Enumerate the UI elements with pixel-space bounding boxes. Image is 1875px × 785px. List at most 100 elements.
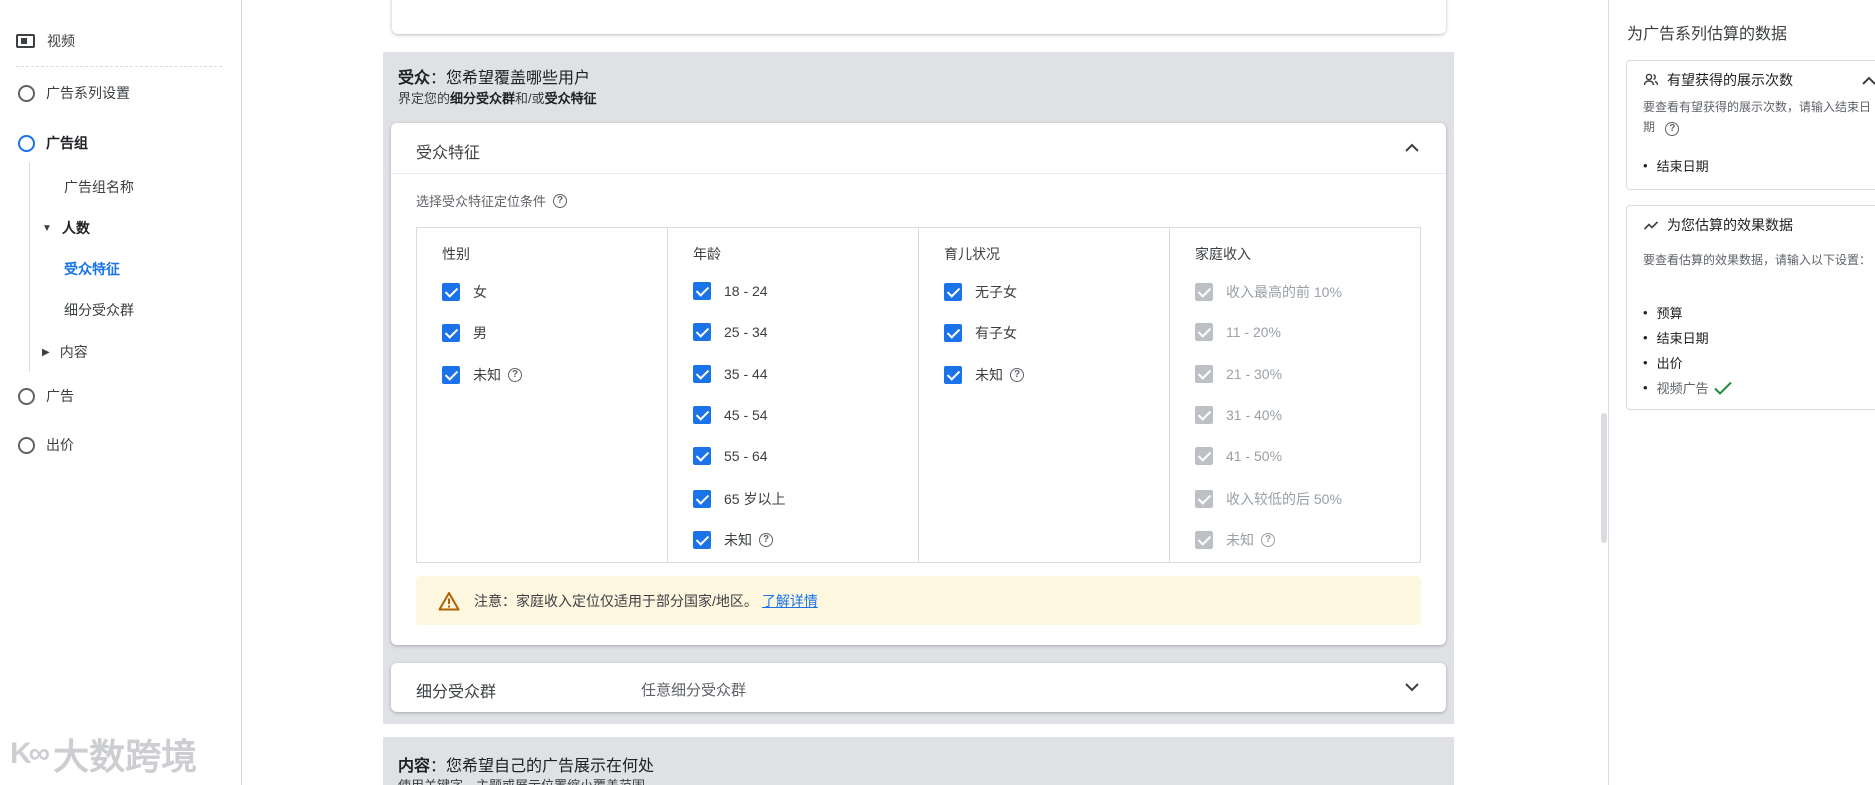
checkbox-label: 男: [473, 325, 487, 342]
performance-card-title: 为您估算的效果数据: [1667, 217, 1793, 233]
checkbox-checked-icon[interactable]: [693, 447, 711, 466]
triangle-right-icon: ▶: [42, 346, 50, 358]
help-icon[interactable]: ?: [1010, 367, 1024, 382]
checkbox-option[interactable]: 55 - 64: [693, 447, 768, 466]
segments-card-title: 细分受众群: [416, 684, 497, 701]
trending-up-icon: [1643, 221, 1659, 230]
checkbox-label: 25 - 34: [724, 324, 768, 341]
nav-ad-group[interactable]: 广告组: [18, 133, 88, 153]
nav-content[interactable]: ▶ 内容: [42, 342, 88, 362]
help-icon[interactable]: ?: [553, 193, 568, 208]
step-circle-icon: [18, 84, 35, 102]
impressions-desc: 要查看有望获得的展示次数，请输入结束日期 ?: [1643, 97, 1875, 137]
checkbox-option[interactable]: 未知?: [944, 365, 1024, 385]
checkbox-label: 35 - 44: [724, 365, 768, 382]
performance-requirements: 预算 结束日期 出价 视频广告: [1643, 300, 1733, 400]
nav-ads[interactable]: 广告: [18, 386, 74, 406]
help-icon[interactable]: ?: [508, 367, 522, 382]
impressions-card-title: 有望获得的展示次数: [1667, 72, 1793, 88]
checkbox-option[interactable]: 65 岁以上: [693, 489, 785, 509]
audience-section: 受众：您希望覆盖哪些用户 界定您的细分受众群和/或受众特征 受众特征 选择受众特…: [383, 52, 1454, 724]
nav-audience-segments[interactable]: 细分受众群: [64, 300, 134, 320]
done-item-label: 视频广告: [1656, 381, 1709, 396]
nav-video-label: 视频: [47, 33, 75, 49]
nav-ad-group-label: 广告组: [46, 135, 88, 151]
nav-campaign-settings[interactable]: 广告系列设置: [18, 83, 130, 103]
checkbox-option[interactable]: 有子女: [944, 323, 1017, 343]
subtitle-bold-segments: 细分受众群: [450, 91, 516, 106]
help-icon[interactable]: ?: [1665, 122, 1680, 136]
checkbox-checked-icon[interactable]: [693, 489, 711, 508]
segments-card-value: 任意细分受众群: [641, 682, 747, 699]
audience-section-title: 受众：您希望覆盖哪些用户: [398, 64, 590, 88]
checkbox-checked-icon[interactable]: [442, 365, 460, 384]
triangle-down-icon: ▼: [42, 222, 52, 234]
nav-bidding[interactable]: 出价: [18, 435, 74, 455]
content-section-title: 内容：您希望自己的广告展示在何处: [398, 752, 654, 776]
checkbox-option: 41 - 50%: [1195, 447, 1283, 466]
nav-demographics[interactable]: 受众特征: [64, 259, 120, 279]
criteria-label: 选择受众特征定位条件 ?: [416, 191, 568, 210]
audience-title-rest: ：您希望覆盖哪些用户: [430, 70, 591, 87]
chevron-down-icon[interactable]: [1400, 675, 1424, 699]
chevron-up-icon[interactable]: [1857, 69, 1875, 93]
nav-content-label: 内容: [59, 344, 88, 360]
list-item: 结束日期: [1643, 153, 1709, 178]
checkbox-label: 有子女: [975, 325, 1017, 342]
checkbox-checked-icon[interactable]: [944, 365, 962, 384]
estimates-panel: 为广告系列估算的数据 有望获得的展示次数 要查看有望获得的展示次数，请输入结束日…: [1608, 0, 1875, 785]
nav-video[interactable]: 视频: [16, 31, 75, 51]
learn-more-link[interactable]: 了解详情: [762, 591, 818, 611]
audience-section-subtitle: 界定您的细分受众群和/或受众特征: [398, 88, 597, 107]
checkbox-checked-icon[interactable]: [442, 324, 460, 343]
list-item: 出价: [1643, 350, 1733, 375]
nav-audience-segments-label: 细分受众群: [64, 302, 134, 318]
audience-segments-card[interactable]: 细分受众群 任意细分受众群: [391, 663, 1446, 712]
scrollbar[interactable]: [1601, 413, 1607, 543]
chevron-up-icon[interactable]: [1400, 136, 1424, 160]
checkbox-checked-icon[interactable]: [693, 323, 711, 342]
list-item: 结束日期: [1643, 325, 1733, 350]
checkbox-option[interactable]: 25 - 34: [693, 323, 768, 342]
checkbox-label: 未知: [975, 366, 1003, 383]
checkbox-checked-icon: [1195, 323, 1213, 342]
watermark-logo: K∞: [10, 737, 50, 770]
checkbox-option[interactable]: 18 - 24: [693, 282, 768, 300]
demographics-grid: 性别女男未知? 年龄 18 - 24 25 - 34 35 - 44 45 - 54 55 …: [416, 227, 1421, 563]
demographics-card-title: 受众特征: [416, 145, 481, 162]
criteria-label-text: 选择受众特征定位条件: [416, 194, 547, 209]
checkbox-checked-icon: [1195, 364, 1213, 383]
checkbox-checked-icon[interactable]: [944, 324, 962, 343]
checkbox-checked-icon[interactable]: [693, 530, 711, 549]
nav-ads-label: 广告: [46, 388, 74, 404]
demographics-card-header[interactable]: 受众特征: [391, 123, 1446, 174]
checkbox-option[interactable]: 35 - 44: [693, 364, 768, 383]
checkbox-checked-icon[interactable]: [693, 405, 711, 424]
nav-divider: [16, 66, 222, 67]
checkbox-checked-icon[interactable]: [944, 283, 962, 301]
watermark: K∞ 大数跨境: [10, 728, 197, 780]
checkbox-option[interactable]: 女: [442, 282, 487, 302]
checkbox-option[interactable]: 未知?: [442, 365, 522, 385]
checkbox-label: 未知: [724, 531, 752, 548]
content-title-rest: ：您希望自己的广告展示在何处: [430, 758, 655, 775]
checkbox-option[interactable]: 男: [442, 323, 487, 343]
impressions-card-header: 有望获得的展示次数: [1643, 70, 1793, 90]
checkbox-option[interactable]: 未知?: [693, 530, 773, 550]
list-item: 预算: [1643, 300, 1733, 325]
demographics-card: 受众特征 选择受众特征定位条件 ? 性别女男未知? 年龄 18 - 24 25 - 3…: [391, 123, 1446, 645]
help-icon[interactable]: ?: [759, 532, 773, 547]
checkbox-checked-icon[interactable]: [442, 283, 460, 301]
help-icon[interactable]: ?: [1261, 532, 1275, 547]
checkbox-checked-icon: [1195, 283, 1213, 301]
nav-people[interactable]: ▼ 人数: [42, 218, 90, 238]
nav-demographics-label: 受众特征: [64, 261, 120, 277]
checkbox-option[interactable]: 无子女: [944, 282, 1017, 302]
checkbox-checked-icon[interactable]: [693, 282, 711, 300]
checkbox-option[interactable]: 45 - 54: [693, 405, 768, 424]
nav-ad-group-name[interactable]: 广告组名称: [64, 177, 134, 197]
checkbox-checked-icon[interactable]: [693, 364, 711, 383]
checkbox-label: 41 - 50%: [1226, 448, 1283, 465]
main-content: 受众：您希望覆盖哪些用户 界定您的细分受众群和/或受众特征 受众特征 选择受众特…: [243, 0, 1608, 785]
column-parental-status: 育儿状况 无子女 有子女 未知?: [919, 228, 1170, 562]
